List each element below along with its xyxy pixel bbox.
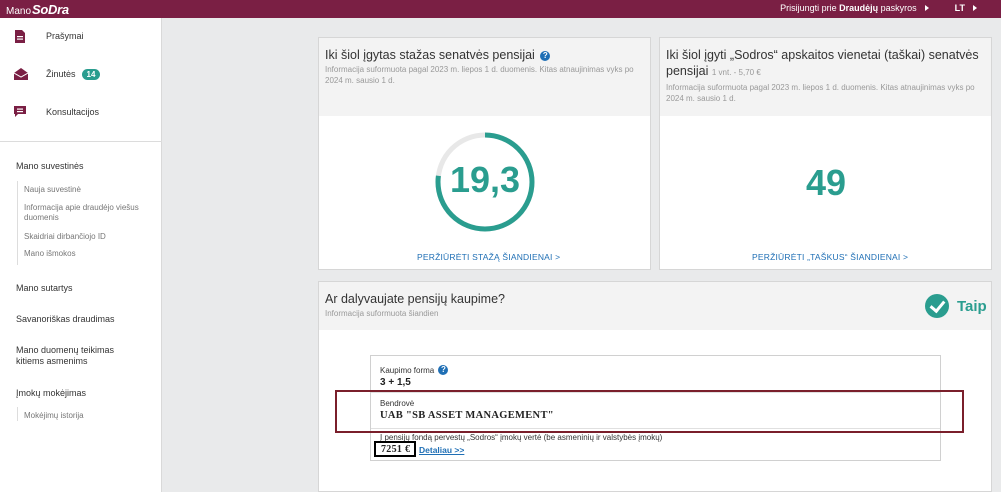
logo-brand: SoDra xyxy=(32,2,69,17)
document-icon xyxy=(14,30,28,43)
sidebar-item-label: Žinutės xyxy=(46,69,76,79)
participation-status: Taip xyxy=(925,294,987,318)
topbar-right: Prisijungti prie Draudėjų paskyros LT xyxy=(780,3,977,13)
language-selector[interactable]: LT xyxy=(955,3,965,13)
points-value: 49 xyxy=(805,162,847,203)
login-link[interactable]: Prisijungti prie Draudėjų paskyros xyxy=(780,3,917,13)
sidebar-section-summaries[interactable]: Mano suvestinės xyxy=(16,161,84,172)
sidebar-subitem[interactable]: Mano išmokos xyxy=(24,249,76,259)
highlight-box-company xyxy=(335,390,964,433)
form-value: 3 + 1,5 xyxy=(380,377,411,388)
sidebar-item-data-sharing[interactable]: Mano duomenų teikimas kitiems asmenims xyxy=(16,345,136,367)
submenu-line xyxy=(17,181,18,265)
card-header: Iki šiol įgytas stažas senatvės pensijai… xyxy=(319,38,650,116)
arrow-right-icon xyxy=(924,5,929,11)
seniority-value: 19,3 xyxy=(449,159,521,200)
sidebar: Prašymai Žinutės 14 Konsultacijos Mano s… xyxy=(0,18,162,492)
card-header: Ar dalyvaujate pensijų kaupime? Informac… xyxy=(319,282,991,330)
participation-answer: Taip xyxy=(957,297,987,315)
card-title: Ar dalyvaujate pensijų kaupime? xyxy=(325,292,505,306)
envelope-icon xyxy=(13,68,29,80)
sidebar-item-zinutes[interactable]: Žinutės 14 xyxy=(13,68,101,80)
sidebar-item-voluntary[interactable]: Savanoriškas draudimas xyxy=(16,314,115,325)
sidebar-item-contracts[interactable]: Mano sutartys xyxy=(16,283,73,294)
card-pension-accumulation: Ar dalyvaujate pensijų kaupime? Informac… xyxy=(318,281,992,492)
card-title: Iki šiol įgytas stažas senatvės pensijai… xyxy=(325,47,644,63)
sidebar-item-konsultacijos[interactable]: Konsultacijos xyxy=(14,106,99,118)
sidebar-item-label: Konsultacijos xyxy=(46,107,100,117)
sidebar-subitem[interactable]: Nauja suvestinė xyxy=(24,185,81,195)
logo-prefix: Mano xyxy=(6,6,32,17)
help-icon[interactable]: ? xyxy=(540,51,551,61)
card-header: Iki šiol įgyti „Sodros“ apskaitos vienet… xyxy=(660,38,991,116)
sidebar-item-label: Prašymai xyxy=(46,31,84,41)
unit-note: 1 vnt. - 5,70 € xyxy=(711,68,761,77)
card-note: Informacija suformuota šiandien xyxy=(325,309,439,318)
sidebar-item-prasymai[interactable]: Prašymai xyxy=(14,30,84,43)
sidebar-subitem[interactable]: Skaidriai dirbančiojo ID xyxy=(24,232,106,242)
logo[interactable]: Mano SoDra xyxy=(6,2,69,17)
sidebar-subitem[interactable]: Informacija apie draudėjo viešus duomeni… xyxy=(24,203,152,223)
view-points-link[interactable]: PERŽIŪRĖTI „TAŠKUS“ ŠIANDIENAI > xyxy=(752,252,908,262)
card-note: Informacija suformuota pagal 2023 m. lie… xyxy=(666,83,975,103)
submenu-line xyxy=(17,407,18,421)
card-note: Informacija suformuota pagal 2023 m. lie… xyxy=(325,65,634,85)
card-title: Iki šiol įgyti „Sodros“ apskaitos vienet… xyxy=(666,48,979,78)
card-points: Iki šiol įgyti „Sodros“ apskaitos vienet… xyxy=(659,37,992,270)
help-icon[interactable]: ? xyxy=(438,365,449,375)
transfer-label: Į pensijų fondą pervestų „Sodros“ įmokų … xyxy=(380,433,663,442)
sidebar-divider xyxy=(0,141,162,142)
card-seniority: Iki šiol įgytas stažas senatvės pensijai… xyxy=(318,37,651,270)
sidebar-section-payments[interactable]: Įmokų mokėjimas xyxy=(16,388,86,399)
chat-icon xyxy=(14,106,28,118)
sidebar-subitem[interactable]: Mokėjimų istorija xyxy=(24,411,84,421)
checkmark-icon xyxy=(925,294,949,318)
unread-count-badge: 14 xyxy=(81,68,101,80)
view-seniority-link[interactable]: PERŽIŪRĖTI STAŽĄ ŠIANDIENAI > xyxy=(417,252,560,262)
highlight-box-value xyxy=(374,441,416,457)
form-label: Kaupimo forma ? xyxy=(380,365,449,375)
details-link[interactable]: Detaliau >> xyxy=(419,445,464,455)
arrow-right-icon xyxy=(973,5,977,11)
top-bar: Mano SoDra Prisijungti prie Draudėjų pas… xyxy=(0,0,1001,18)
